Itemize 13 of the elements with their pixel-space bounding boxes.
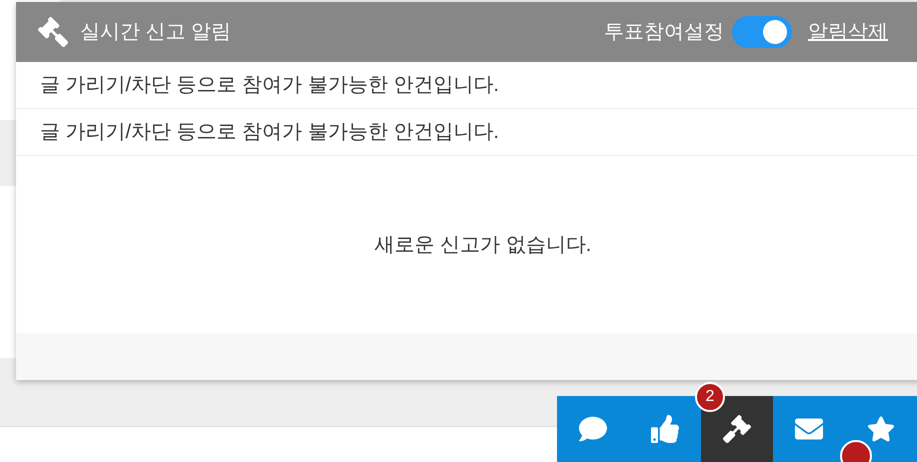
delete-alerts-link[interactable]: 알림삭제 [808, 17, 888, 47]
count-badge: 2 [695, 382, 725, 412]
empty-message: 새로운 신고가 없습니다. [374, 232, 592, 258]
panel-title: 실시간 신고 알림 [80, 20, 232, 45]
alert-message: 글 가리기/차단 등으로 참여가 불가능한 안건입니다. [40, 120, 499, 145]
alert-message: 글 가리기/차단 등으로 참여가 불가능한 안건입니다. [40, 73, 499, 98]
star-icon [867, 415, 895, 443]
thumbs-up-icon [651, 415, 679, 443]
toggle-switch[interactable] [732, 16, 792, 48]
toggle-label: 투표참여설정 [604, 20, 724, 45]
speech-bubble-icon [579, 415, 607, 443]
gavel-icon [723, 415, 751, 443]
gavel-icon [38, 17, 68, 47]
